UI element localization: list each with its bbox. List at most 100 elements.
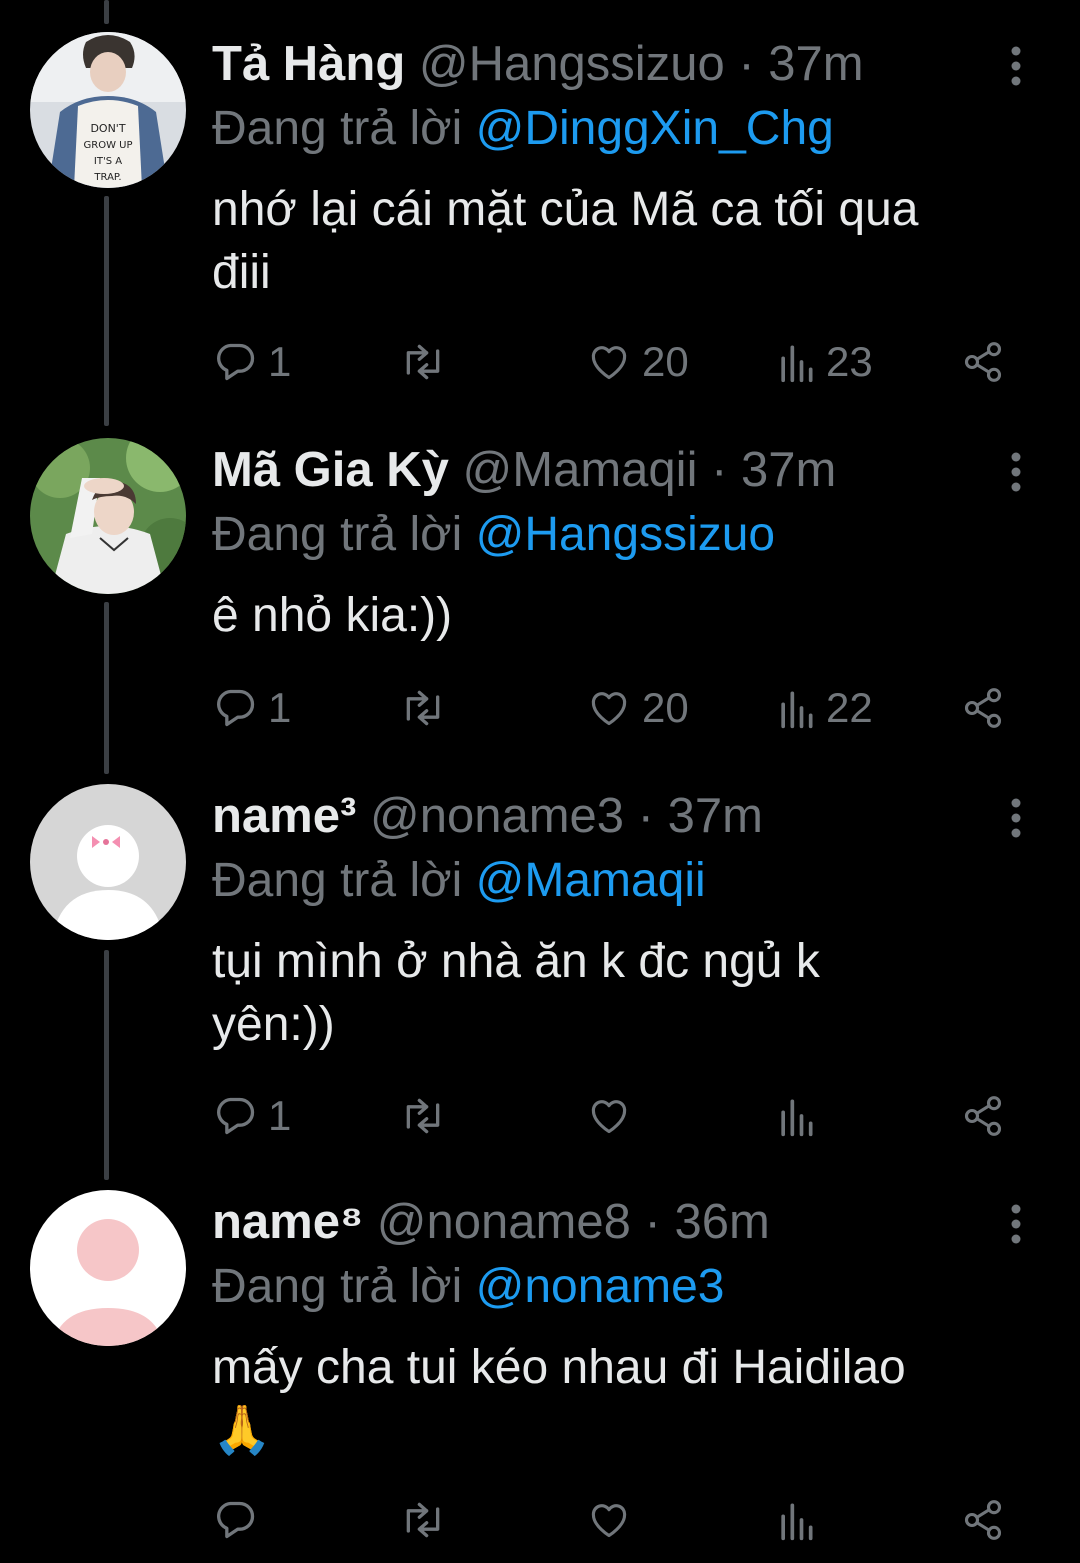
reply-mention-link[interactable]: @noname3	[476, 1260, 725, 1313]
share-button[interactable]	[960, 332, 1006, 392]
avatar[interactable]	[30, 1190, 186, 1346]
svg-text:TRAP.: TRAP.	[93, 172, 121, 183]
views-bar-chart-icon	[781, 691, 813, 729]
heart-icon	[591, 692, 627, 726]
reply-mention-link[interactable]: @Hangssizuo	[476, 508, 776, 561]
reply-count: 1	[268, 1092, 292, 1139]
tweet-text-line: mấy cha tui kéo nhau đi Haidilao	[212, 1341, 906, 1394]
display-name[interactable]: Tả Hàng	[212, 37, 405, 91]
tweet[interactable]: Mã Gia Kỳ @Mamaqii · 37m Đang trả lời @H…	[0, 438, 1080, 738]
reply-prefix: Đang trả lời	[212, 1260, 463, 1313]
svg-text:DON'T: DON'T	[90, 122, 125, 135]
share-button[interactable]	[960, 678, 1006, 738]
timestamp[interactable]: 37m	[741, 443, 836, 497]
action-bar: 1 20 22	[0, 678, 1080, 738]
like-button[interactable]: 20	[586, 678, 689, 738]
avatar-photo	[30, 438, 186, 594]
views-bar-chart-icon	[781, 1099, 813, 1137]
retweet-icon	[406, 344, 440, 380]
tweet-text-line: tụi mình ở nhà ăn k đc ngủ k	[212, 935, 820, 988]
display-name[interactable]: name³	[212, 789, 356, 843]
display-name[interactable]: name⁸	[212, 1195, 363, 1249]
separator-dot: ·	[738, 37, 755, 91]
reply-count: 1	[268, 684, 292, 731]
views-button[interactable]	[776, 1086, 826, 1146]
share-icon	[964, 1500, 1002, 1540]
default-avatar-icon	[30, 784, 186, 940]
more-vertical-icon[interactable]	[1004, 46, 1028, 86]
retweet-icon	[406, 1502, 440, 1538]
thread-line	[104, 0, 109, 24]
timestamp[interactable]: 37m	[668, 789, 763, 843]
action-bar: 1	[0, 1086, 1080, 1146]
views-button[interactable]: 22	[776, 678, 873, 738]
views-button[interactable]: 23	[776, 332, 873, 392]
tweet[interactable]: name⁸ @noname8 · 36m Đang trả lời @nonam…	[0, 1190, 1080, 1560]
default-avatar-icon	[30, 1190, 186, 1346]
display-name[interactable]: Mã Gia Kỳ	[212, 443, 449, 497]
retweet-button[interactable]	[398, 1490, 458, 1550]
tweet[interactable]: DON'T GROW UP IT'S A TRAP. Tả Hàng @Hang…	[0, 32, 1080, 392]
avatar[interactable]	[30, 438, 186, 594]
tweet-text-line: điii	[212, 246, 271, 299]
like-count: 20	[642, 338, 689, 385]
user-handle[interactable]: @Mamaqii	[463, 443, 698, 497]
reply-button[interactable]: 1	[214, 332, 291, 392]
tweet[interactable]: name³ @noname3 · 37m Đang trả lời @Mamaq…	[0, 784, 1080, 1144]
share-button[interactable]	[960, 1086, 1006, 1146]
reply-context: Đang trả lời @noname3	[212, 1254, 724, 1320]
reply-bubble-icon	[217, 689, 255, 727]
tweet-text: tụi mình ở nhà ăn k đc ngủ k yên:))	[212, 930, 1032, 1056]
like-count: 20	[642, 684, 689, 731]
retweet-icon	[406, 690, 440, 726]
reply-prefix: Đang trả lời	[212, 102, 463, 155]
reply-button[interactable]: 1	[214, 1086, 291, 1146]
tweet-text: nhớ lại cái mặt của Mã ca tối qua điii	[212, 178, 1032, 304]
reply-mention-link[interactable]: @Mamaqii	[476, 854, 706, 907]
reply-prefix: Đang trả lời	[212, 508, 463, 561]
separator-dot: ·	[711, 443, 728, 497]
retweet-button[interactable]	[398, 678, 458, 738]
avatar[interactable]: DON'T GROW UP IT'S A TRAP.	[30, 32, 186, 188]
tweet-text-line: ê nhỏ kia:))	[212, 589, 453, 642]
heart-icon	[591, 1100, 627, 1134]
share-icon	[964, 1096, 1002, 1136]
like-button[interactable]	[586, 1490, 642, 1550]
retweet-button[interactable]	[398, 1086, 458, 1146]
more-vertical-icon[interactable]	[1004, 798, 1028, 838]
views-button[interactable]	[776, 1490, 826, 1550]
heart-icon	[591, 346, 627, 380]
user-handle[interactable]: @noname8	[377, 1195, 631, 1249]
reply-mention-link[interactable]: @DinggXin_Chg	[476, 102, 834, 155]
user-handle[interactable]: @Hangssizuo	[419, 37, 725, 91]
retweet-button[interactable]	[398, 332, 458, 392]
like-button[interactable]	[586, 1086, 642, 1146]
tweet-header: name⁸ @noname8 · 36m	[212, 1190, 770, 1254]
avatar[interactable]	[30, 784, 186, 940]
views-bar-chart-icon	[781, 345, 813, 383]
timestamp[interactable]: 37m	[768, 37, 863, 91]
svg-text:IT'S A: IT'S A	[94, 156, 122, 167]
tweet-text-line: nhớ lại cái mặt của Mã ca tối qua	[212, 183, 919, 236]
share-icon	[964, 688, 1002, 728]
heart-icon	[591, 1504, 627, 1538]
share-icon	[964, 342, 1002, 382]
reply-bubble-icon	[217, 1097, 255, 1135]
like-button[interactable]: 20	[586, 332, 689, 392]
action-bar	[0, 1490, 1080, 1550]
view-count: 23	[826, 338, 873, 385]
share-button[interactable]	[960, 1490, 1006, 1550]
reply-button[interactable]: 1	[214, 678, 291, 738]
action-bar: 1 20 23	[0, 332, 1080, 392]
avatar-photo: DON'T GROW UP IT'S A TRAP.	[30, 32, 186, 188]
more-vertical-icon[interactable]	[1004, 452, 1028, 492]
svg-text:GROW UP: GROW UP	[84, 140, 133, 151]
views-bar-chart-icon	[781, 1503, 813, 1541]
reply-count: 1	[268, 338, 292, 385]
reply-context: Đang trả lời @DinggXin_Chg	[212, 96, 834, 162]
user-handle[interactable]: @noname3	[370, 789, 624, 843]
reply-button[interactable]	[214, 1490, 268, 1550]
timestamp[interactable]: 36m	[674, 1195, 769, 1249]
separator-dot: ·	[644, 1195, 661, 1249]
more-vertical-icon[interactable]	[1004, 1204, 1028, 1244]
